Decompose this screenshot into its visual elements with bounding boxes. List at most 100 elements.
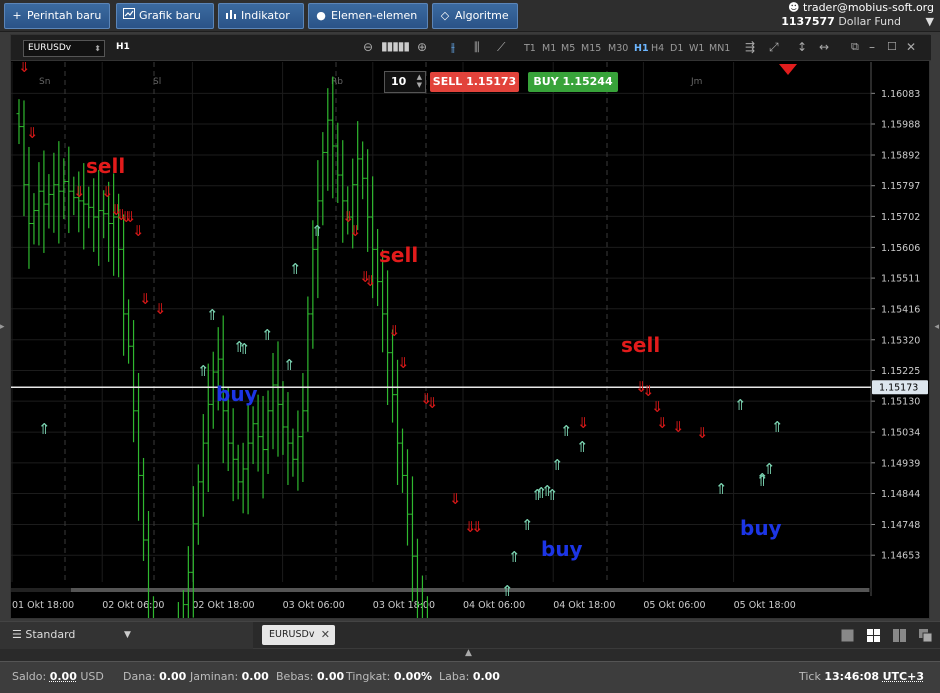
quantity-input[interactable]: 10 ▲ ▼: [384, 71, 426, 93]
buy-annotation: buy: [216, 382, 258, 406]
margin-level-value: 0.00%: [393, 670, 432, 683]
tf-h4[interactable]: H4: [651, 43, 664, 54]
right-collapse-handle[interactable]: ◂: [934, 322, 939, 332]
time-tick-label: 03 Okt 18:00: [373, 600, 435, 611]
chevron-down-icon: ▼: [124, 630, 131, 640]
layout-single-icon[interactable]: [841, 629, 854, 642]
account-info[interactable]: ☻ trader@mobius-soft.org 1137577 Dollar …: [781, 1, 934, 29]
vertical-resize-icon[interactable]: ↕: [797, 41, 807, 53]
balance-currency: USD: [80, 670, 104, 683]
sell-signal-arrow: ⇓: [696, 424, 709, 442]
close-tab-icon[interactable]: ✕: [321, 625, 330, 645]
buy-annotation: buy: [740, 516, 782, 540]
chart-tab-eurusd[interactable]: EURUSDv ✕: [262, 625, 335, 645]
tf-m30[interactable]: M30: [608, 43, 628, 54]
time-tick-label: 02 Okt 06:00: [102, 600, 164, 611]
time-tick-label: 04 Okt 06:00: [463, 600, 525, 611]
buy-signal-arrow: ⇑: [576, 438, 589, 456]
buy-signal-arrow: ⇑: [206, 306, 219, 324]
timezone-select[interactable]: UTC+3: [883, 670, 924, 683]
sell-signal-arrow: ⇓: [132, 222, 145, 240]
sell-signal-arrow: ⇓: [364, 272, 377, 290]
candles-icon[interactable]: ⫼: [474, 41, 480, 53]
day-label: Jm: [690, 77, 702, 87]
line-icon[interactable]: ⟋: [497, 41, 505, 53]
chart-icon: [123, 4, 135, 28]
expand-icon[interactable]: ⤢: [769, 41, 779, 53]
app-window: + Perintah baru Grafik baru Indikator ● El…: [0, 0, 940, 693]
buy-annotation: buy: [541, 537, 583, 561]
new-chart-label: Grafik baru: [139, 9, 201, 22]
price-chart[interactable]: 1.16083 1.15988 1.15892 1.15797 1.15702 1.156…: [11, 62, 931, 618]
new-order-button[interactable]: + Perintah baru: [4, 3, 110, 29]
popout-icon[interactable]: ⧉: [851, 41, 859, 53]
buy-signal-arrow: ⇑: [551, 456, 564, 474]
layout-label: Standard: [25, 628, 76, 641]
current-timeframe: H1: [116, 42, 130, 52]
sell-signal-arrow: ⇓: [139, 290, 152, 308]
sell-signal-arrow: ⇓: [154, 300, 167, 318]
sell-signal-arrow: ⇓: [397, 354, 410, 372]
tf-m5[interactable]: M5: [561, 43, 575, 54]
crosshair-icon[interactable]: ⫲: [451, 41, 455, 53]
account-email: trader@mobius-soft.org: [803, 1, 934, 14]
tf-d1[interactable]: D1: [670, 43, 683, 54]
time-tick-label: 01 Okt 18:00: [12, 600, 74, 611]
maximize-icon[interactable]: ☐: [887, 41, 897, 53]
horizontal-resize-icon[interactable]: ↔: [819, 41, 829, 53]
zoom-out-icon[interactable]: ⊖: [363, 41, 373, 53]
profit-label: Laba:: [439, 670, 470, 683]
layout-grid-icon[interactable]: [867, 629, 880, 642]
time-tick-label: 04 Okt 18:00: [553, 600, 615, 611]
zoom-slider[interactable]: ▮▮▮▮▮: [381, 40, 410, 52]
quantity-value: 10: [391, 75, 407, 88]
plus-icon: +: [12, 9, 22, 22]
autoscroll-icon[interactable]: ⇶: [745, 41, 755, 53]
buy-signal-arrow: ⇑: [289, 260, 302, 278]
tf-m15[interactable]: M15: [581, 43, 601, 54]
current-price-label: 1.15173: [879, 383, 918, 394]
price-tick-label: 1.15511: [881, 274, 920, 285]
chevron-down-icon: ⬍: [94, 44, 101, 53]
elements-button[interactable]: ● Elemen-elemen: [308, 3, 428, 29]
tf-mn1[interactable]: MN1: [709, 43, 730, 54]
layout-select[interactable]: ☰ Standard ▼: [0, 622, 253, 649]
algorithm-button[interactable]: ◇ Algoritme: [432, 3, 518, 29]
indicator-button[interactable]: Indikator: [218, 3, 304, 29]
funds-value: 0.00: [159, 670, 187, 683]
indicator-label: Indikator: [241, 9, 290, 22]
sell-signal-arrow: ⇓: [18, 62, 31, 76]
minimize-icon[interactable]: –: [869, 41, 875, 53]
tick-label: Tick: [799, 670, 821, 683]
chevron-down-icon[interactable]: ▼: [926, 15, 934, 28]
day-label: Sn: [39, 77, 50, 87]
buy-signal-arrow: ⇑: [311, 222, 324, 240]
tf-h1[interactable]: H1: [634, 43, 649, 54]
zoom-in-icon[interactable]: ⊕: [417, 41, 427, 53]
price-tick-label: 1.15130: [881, 397, 920, 408]
price-tick-label: 1.15988: [881, 120, 920, 131]
layout-cascade-icon[interactable]: [919, 629, 932, 642]
new-chart-button[interactable]: Grafik baru: [116, 3, 214, 29]
balance-value[interactable]: 0.00: [50, 670, 77, 683]
buy-signal-arrow: ⇑: [715, 480, 728, 498]
tf-w1[interactable]: W1: [689, 43, 704, 54]
quantity-stepper[interactable]: ▲ ▼: [417, 73, 422, 89]
left-collapse-handle[interactable]: ▸: [0, 322, 5, 332]
close-icon[interactable]: ✕: [906, 41, 916, 53]
margin-level-label: Tingkat:: [346, 670, 391, 683]
buy-signal-arrow: ⇑: [197, 362, 210, 380]
layout-columns-icon[interactable]: [893, 629, 906, 642]
price-tick-label: 1.15416: [881, 304, 920, 315]
symbol-select[interactable]: EURUSDv ⬍: [23, 40, 105, 57]
panel-splitter[interactable]: ▲: [0, 648, 940, 661]
sell-button[interactable]: SELL 1.15173: [430, 72, 519, 92]
last-bar-marker: [779, 64, 797, 75]
chart-canvas[interactable]: 1.16083 1.15988 1.15892 1.15797 1.15702 1.156…: [11, 62, 929, 618]
tf-t1[interactable]: T1: [524, 43, 536, 54]
chevron-up-icon[interactable]: ▲: [465, 648, 472, 658]
account-fund: Dollar Fund: [838, 15, 902, 28]
buy-button[interactable]: BUY 1.15244: [528, 72, 618, 92]
symbol-value: EURUSDv: [28, 43, 72, 53]
tf-m1[interactable]: M1: [542, 43, 556, 54]
